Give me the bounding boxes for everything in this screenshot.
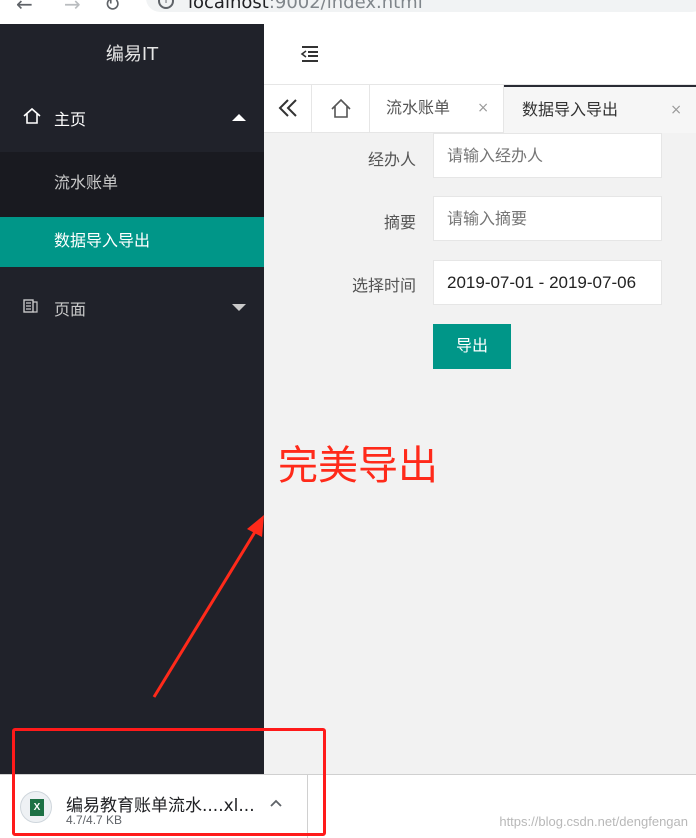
date-range-input[interactable]: 2019-07-01 - 2019-07-06 <box>433 260 662 305</box>
operator-label: 经办人 <box>367 150 416 169</box>
tab-label: 流水账单 <box>386 98 451 117</box>
sidebar-item-label: 页面 <box>54 300 87 319</box>
top-header <box>264 24 696 85</box>
back-icon[interactable]: ← <box>16 0 33 16</box>
highlight-box <box>12 728 326 836</box>
app-window: ← → ↻ i localhost:9002/index.html 编易IT 主… <box>0 0 696 838</box>
annotation-arrow <box>152 515 264 698</box>
annotation-text: 完美导出 <box>278 443 438 489</box>
submenu: 流水账单 数据导入导出 <box>0 152 264 267</box>
tab-bar: 流水账单 × 数据导入导出 × <box>264 85 696 133</box>
sidebar-item-label: 主页 <box>54 110 87 129</box>
tabs-scroll-left-button[interactable] <box>264 85 312 133</box>
home-icon <box>331 98 351 118</box>
sidebar-item-data-import-export[interactable]: 数据导入导出 <box>0 217 264 267</box>
sidebar-item-home[interactable]: 主页 <box>0 86 264 152</box>
tab-label: 数据导入导出 <box>522 100 619 119</box>
close-icon[interactable]: × <box>670 87 682 133</box>
time-label: 选择时间 <box>351 276 416 295</box>
caret-down-icon <box>232 304 246 311</box>
reload-icon[interactable]: ↻ <box>104 0 121 16</box>
summary-label: 摘要 <box>383 213 416 232</box>
double-chevron-left-icon <box>278 99 297 117</box>
close-icon[interactable]: × <box>477 85 489 131</box>
sidebar-item-ledger[interactable]: 流水账单 <box>0 152 264 217</box>
summary-input[interactable] <box>433 196 662 241</box>
tab-home[interactable] <box>312 85 370 133</box>
browser-toolbar: ← → ↻ i localhost:9002/index.html <box>0 0 696 24</box>
page-icon <box>23 299 38 313</box>
export-button[interactable]: 导出 <box>433 324 511 369</box>
forward-icon[interactable]: → <box>64 0 81 16</box>
tab-ledger[interactable]: 流水账单 × <box>370 85 504 133</box>
app-logo: 编易IT <box>105 44 159 65</box>
watermark: https://blog.csdn.net/dengfengan <box>499 814 688 829</box>
menu-toggle-icon[interactable] <box>300 45 320 63</box>
tab-data-import-export[interactable]: 数据导入导出 × <box>504 85 696 133</box>
caret-up-icon <box>232 114 246 121</box>
operator-input[interactable] <box>433 133 662 178</box>
sidebar-item-pages[interactable]: 页面 <box>0 267 264 347</box>
home-icon <box>23 107 41 124</box>
url-text[interactable]: localhost:9002/index.html <box>188 0 423 13</box>
